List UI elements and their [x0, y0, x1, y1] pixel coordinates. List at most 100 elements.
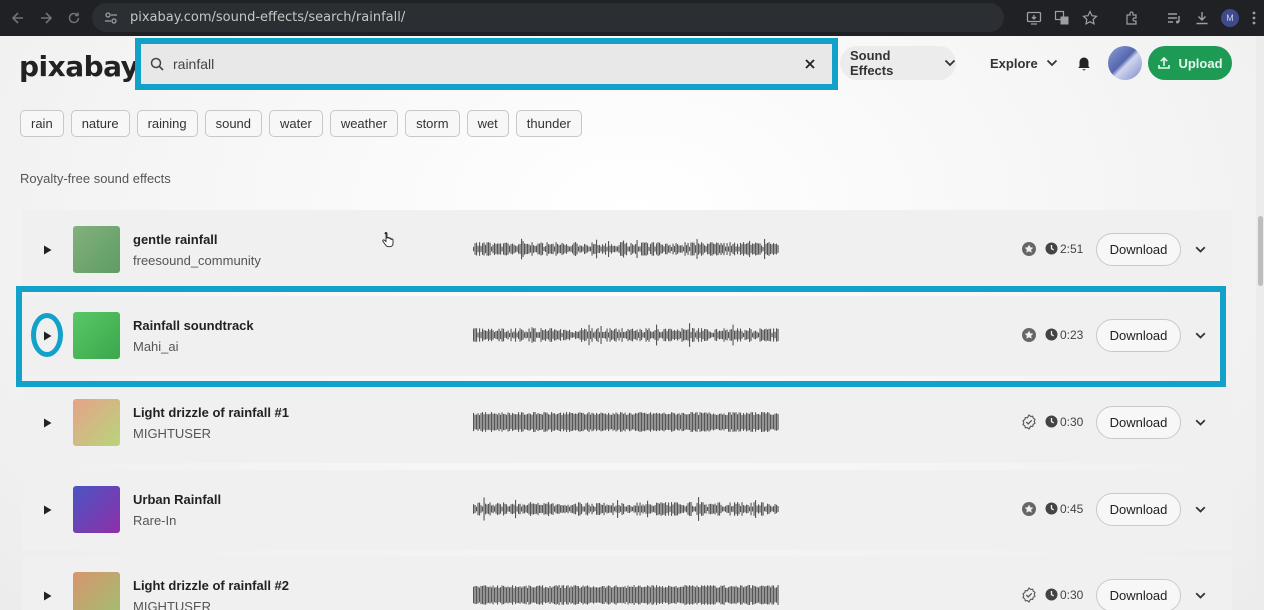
- waveform-bar: [741, 502, 743, 516]
- sound-artist[interactable]: freesound_community: [133, 253, 261, 268]
- waveform-bar: [566, 505, 568, 513]
- tag-chip[interactable]: wet: [466, 110, 509, 137]
- waveform-bar: [603, 413, 605, 431]
- waveform-bar: [693, 413, 695, 431]
- waveform-bar: [591, 503, 593, 515]
- downloads-icon[interactable]: [1188, 4, 1216, 32]
- waveform[interactable]: [473, 234, 779, 264]
- waveform-bar: [527, 504, 529, 514]
- waveform-bar: [626, 506, 628, 512]
- waveform-bar: [600, 504, 602, 514]
- sound-result-row[interactable]: Light drizzle of rainfall #2 MIGHTUSER 0…: [22, 556, 1232, 610]
- star-badge-icon: [1021, 501, 1037, 517]
- sound-result-row[interactable]: Light drizzle of rainfall #1 MIGHTUSER 0…: [22, 383, 1232, 463]
- waveform-bar: [579, 245, 581, 253]
- browser-menu-icon[interactable]: [1244, 4, 1264, 32]
- sound-thumbnail[interactable]: [73, 399, 120, 446]
- tag-chip[interactable]: water: [269, 110, 323, 137]
- chevron-down-icon[interactable]: [1193, 242, 1207, 256]
- sound-effects-dropdown[interactable]: Sound Effects: [840, 46, 956, 80]
- waveform-bar: [504, 586, 506, 604]
- waveform-bar: [644, 412, 646, 432]
- tag-chip[interactable]: storm: [405, 110, 460, 137]
- waveform-bar: [704, 504, 706, 514]
- pixabay-logo[interactable]: pixabay: [19, 50, 139, 83]
- bookmark-star-icon[interactable]: [1076, 4, 1104, 32]
- waveform-bar: [563, 505, 565, 513]
- download-button[interactable]: Download: [1096, 493, 1181, 526]
- verified-badge-icon: [1021, 414, 1037, 430]
- sound-title[interactable]: Light drizzle of rainfall #1: [133, 405, 289, 420]
- play-icon[interactable]: [40, 589, 54, 603]
- waveform-bar: [489, 502, 491, 516]
- sound-result-row[interactable]: gentle rainfall freesound_community 2:51…: [22, 210, 1232, 290]
- reload-icon[interactable]: [64, 8, 84, 28]
- tag-chip[interactable]: rain: [20, 110, 64, 137]
- waveform-bar: [696, 502, 698, 516]
- translate-icon[interactable]: [1048, 4, 1076, 32]
- chevron-down-icon[interactable]: [1193, 502, 1207, 516]
- clock-icon: [1045, 502, 1058, 515]
- download-button[interactable]: Download: [1096, 233, 1181, 266]
- waveform[interactable]: [473, 494, 779, 524]
- sound-artist[interactable]: MIGHTUSER: [133, 426, 211, 441]
- waveform-bar: [627, 246, 629, 252]
- waveform-bar: [510, 587, 512, 603]
- waveform-bar: [684, 506, 686, 512]
- media-control-icon[interactable]: [1160, 4, 1188, 32]
- install-app-icon[interactable]: [1020, 4, 1048, 32]
- tag-chip[interactable]: thunder: [515, 110, 582, 137]
- user-avatar[interactable]: [1108, 46, 1142, 80]
- tag-chip[interactable]: raining: [136, 110, 198, 137]
- waveform-bar: [686, 245, 688, 253]
- play-icon[interactable]: [40, 243, 54, 257]
- explore-dropdown[interactable]: Explore: [980, 46, 1060, 80]
- waveform-bar: [521, 412, 523, 432]
- forward-icon[interactable]: [36, 8, 56, 28]
- waveform-bar: [597, 503, 599, 515]
- waveform-bar: [599, 502, 601, 516]
- address-bar[interactable]: pixabay.com/sound-effects/search/rainfal…: [92, 3, 1004, 32]
- waveform-bar: [657, 242, 659, 256]
- tag-chip[interactable]: nature: [70, 110, 130, 137]
- sound-result-row[interactable]: Urban Rainfall Rare-In 0:45 Download: [22, 470, 1232, 550]
- chevron-down-icon[interactable]: [1193, 588, 1207, 602]
- back-icon[interactable]: [8, 8, 28, 28]
- waveform-bar: [479, 502, 481, 516]
- upload-button[interactable]: Upload: [1148, 46, 1232, 80]
- waveform[interactable]: [473, 580, 779, 610]
- play-icon[interactable]: [40, 503, 54, 517]
- waveform-bar: [488, 587, 490, 603]
- page-scrollbar[interactable]: [1256, 36, 1264, 610]
- sound-artist[interactable]: Rare-In: [133, 513, 176, 528]
- waveform-bar: [648, 586, 650, 604]
- play-icon[interactable]: [40, 416, 54, 430]
- download-button[interactable]: Download: [1096, 579, 1181, 610]
- waveform-bar: [567, 245, 569, 253]
- sound-artist[interactable]: MIGHTUSER: [133, 599, 211, 610]
- scrollbar-thumb[interactable]: [1258, 216, 1263, 286]
- chevron-down-icon[interactable]: [1193, 415, 1207, 429]
- waveform[interactable]: [473, 407, 779, 437]
- site-info-icon[interactable]: [102, 9, 120, 27]
- waveform-bar: [726, 414, 728, 430]
- tag-chip[interactable]: sound: [204, 110, 263, 137]
- tag-chip[interactable]: weather: [329, 110, 399, 137]
- extensions-icon[interactable]: [1118, 4, 1146, 32]
- waveform-bar: [639, 502, 641, 516]
- sound-thumbnail[interactable]: [73, 486, 120, 533]
- waveform-bar: [498, 503, 500, 515]
- sound-title[interactable]: Light drizzle of rainfall #2: [133, 578, 289, 593]
- download-button[interactable]: Download: [1096, 406, 1181, 439]
- waveform-bar: [600, 412, 602, 432]
- waveform-bar: [489, 586, 491, 604]
- waveform-bar: [612, 587, 614, 603]
- sound-thumbnail[interactable]: [73, 226, 120, 273]
- notifications-bell-icon[interactable]: [1075, 54, 1093, 72]
- sound-title[interactable]: gentle rainfall: [133, 232, 218, 247]
- waveform-bar: [750, 412, 752, 432]
- sound-title[interactable]: Urban Rainfall: [133, 492, 221, 507]
- waveform-bar: [701, 502, 703, 516]
- sound-thumbnail[interactable]: [73, 572, 120, 610]
- profile-button[interactable]: M: [1216, 4, 1244, 32]
